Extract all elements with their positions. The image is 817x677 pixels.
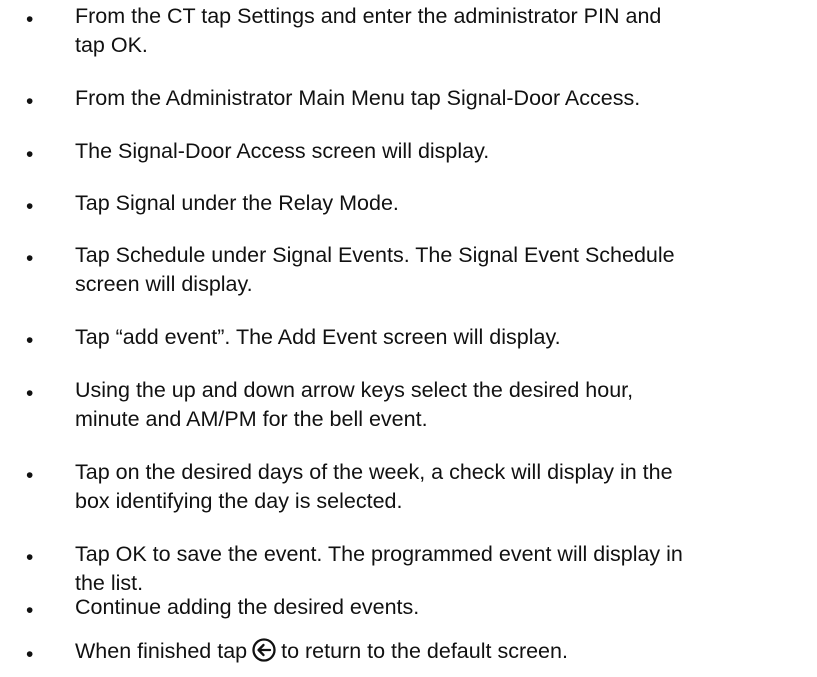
bullet: •: [26, 546, 34, 569]
step-text: Tap “add event”. The Add Event screen wi…: [75, 325, 561, 349]
step-text: From the Administrator Main Menu tap Sig…: [75, 86, 641, 110]
step-text: Continue adding the desired events.: [75, 595, 420, 619]
bullet: •: [26, 143, 34, 166]
step-text: From the CT tap Settings and enter the a…: [75, 4, 662, 57]
step-text-before: When finished tap: [75, 639, 248, 663]
back-arrow-icon: [252, 638, 276, 662]
bullet: •: [26, 195, 34, 218]
bullet: •: [26, 382, 34, 405]
step-text: Tap on the desired days of the week, a c…: [75, 460, 673, 513]
step-text: Tap Signal under the Relay Mode.: [75, 191, 399, 215]
step-text: The Signal-Door Access screen will displ…: [75, 139, 490, 163]
step-text: Using the up and down arrow keys select …: [75, 378, 634, 431]
bullet: •: [26, 599, 34, 622]
step-text: When finished tap to return to the defaul…: [75, 637, 805, 666]
bullet: •: [26, 90, 34, 113]
bullet: •: [26, 464, 34, 487]
step-text: Tap OK to save the event. The programmed…: [75, 542, 683, 595]
bullet: •: [26, 329, 34, 352]
step-text: Tap Schedule under Signal Events. The Si…: [75, 243, 675, 296]
bullet: •: [26, 247, 34, 270]
bullet: •: [26, 8, 34, 31]
step-text-after: to return to the default screen.: [281, 639, 568, 663]
bullet: •: [26, 643, 34, 666]
